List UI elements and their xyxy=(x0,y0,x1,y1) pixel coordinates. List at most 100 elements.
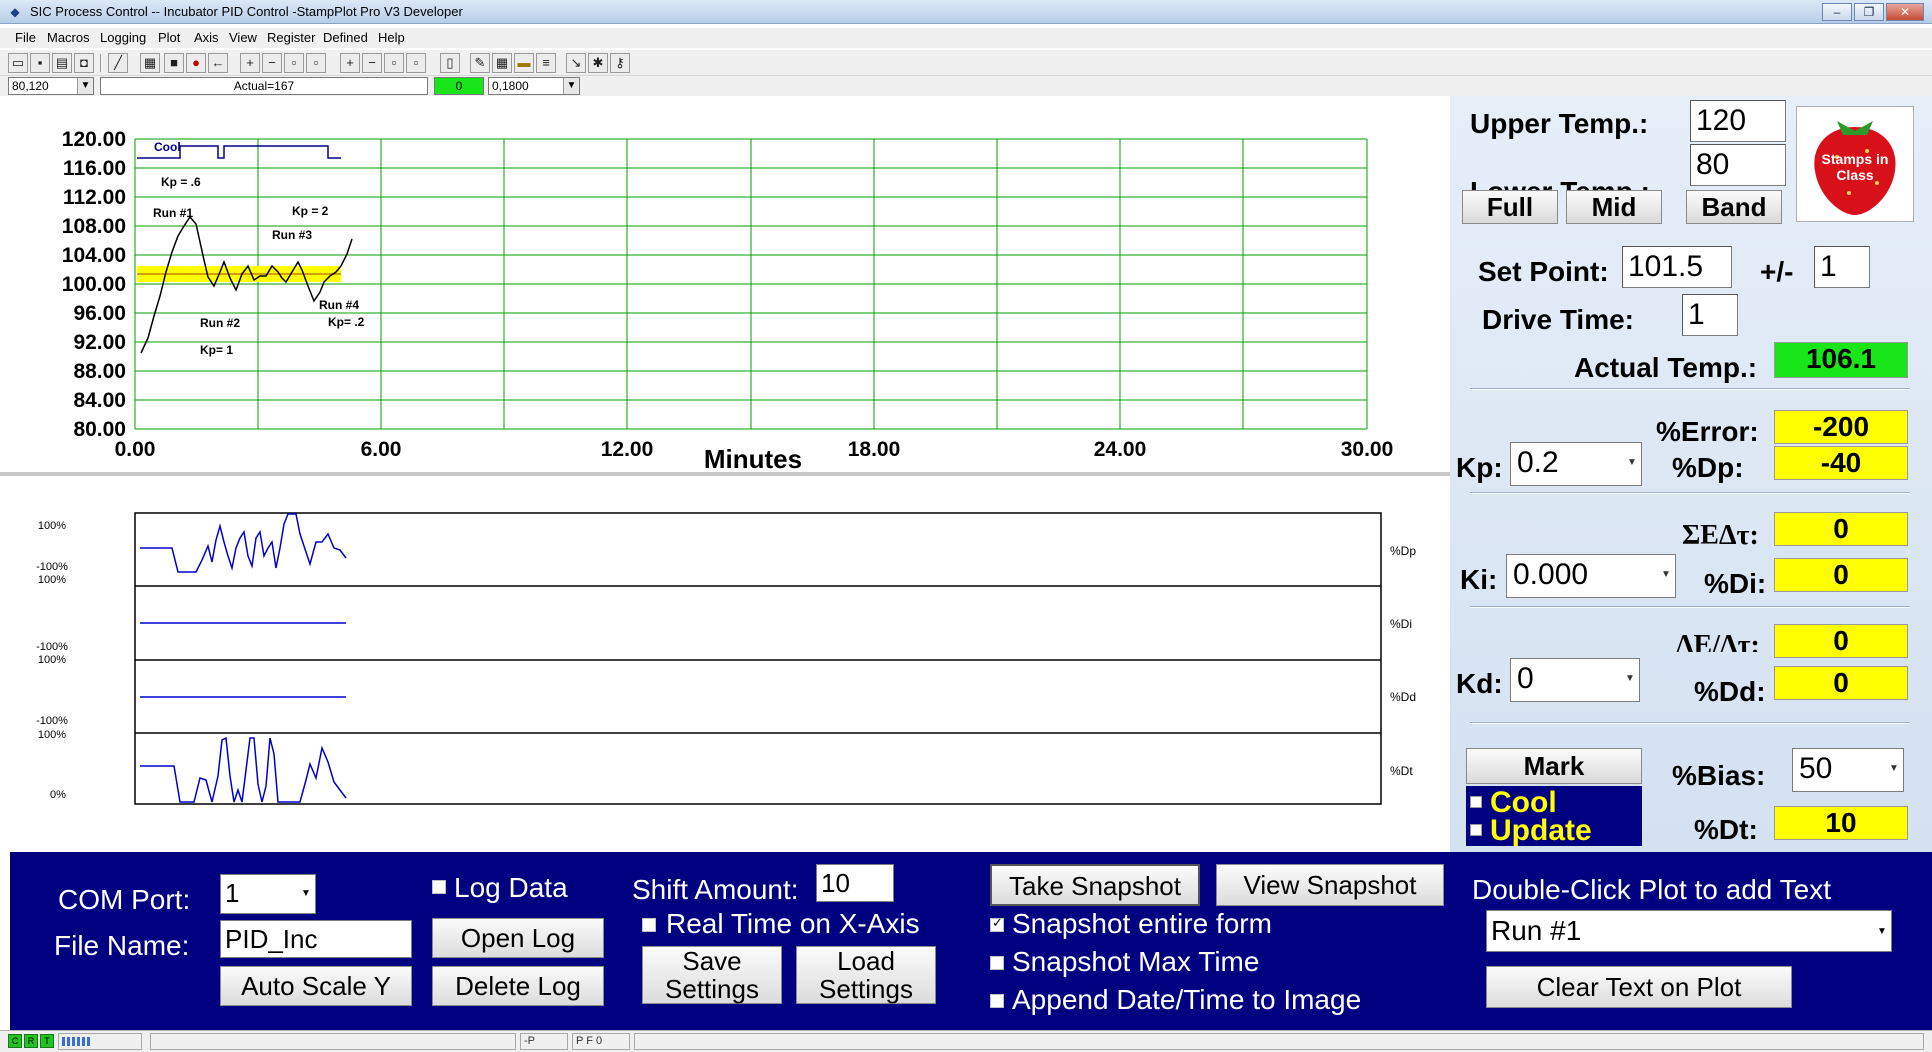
close-icon[interactable]: ✕ xyxy=(1886,3,1924,21)
delete-log-button[interactable]: Delete Log xyxy=(432,966,604,1006)
log-data-checkbox[interactable] xyxy=(432,880,446,894)
note-icon[interactable]: ▬ xyxy=(514,53,534,73)
dp-value: -40 xyxy=(1774,446,1908,480)
band-button[interactable]: Band xyxy=(1686,190,1782,224)
chevron-down-icon[interactable]: ▼ xyxy=(1875,913,1889,951)
load-settings-button[interactable]: Load Settings xyxy=(796,946,936,1004)
menu-register[interactable]: Register xyxy=(267,30,315,45)
subplot-scale-label: 100% xyxy=(38,574,66,586)
ki-combo[interactable]: 0.000 ▼ xyxy=(1506,554,1676,598)
real-time-checkbox[interactable] xyxy=(642,918,656,932)
save-icon[interactable]: ▪ xyxy=(30,53,50,73)
box-icon[interactable]: ▫ xyxy=(284,53,304,73)
toolbar: ▭ ▪ ▤ ◘ ╱ ▦ ■ ● ← + − ▫ ▫ + − ▫ ▫ ▯ ✎ ▦ … xyxy=(0,50,1932,76)
box-icon[interactable]: ▫ xyxy=(384,53,404,73)
derivative-subplots[interactable]: 100% -100% 100% -100% 100% -100% 100% 0%… xyxy=(10,476,1446,852)
menu-help[interactable]: Help xyxy=(378,30,405,45)
chevron-down-icon[interactable]: ▼ xyxy=(1659,557,1673,593)
y-tick-label: 104.00 xyxy=(62,244,126,267)
panel-divider xyxy=(1470,388,1910,390)
logo-text: Stamps in Class xyxy=(1821,151,1889,183)
open-log-button[interactable]: Open Log xyxy=(432,918,604,958)
settings-icon[interactable]: ✱ xyxy=(588,53,608,73)
cool-update-box: Cool Update xyxy=(1466,786,1642,847)
plus-minus-input[interactable]: 1 xyxy=(1814,246,1870,288)
grid-icon[interactable]: ▦ xyxy=(492,53,512,73)
kd-combo[interactable]: 0 ▼ xyxy=(1510,658,1640,702)
bias-combo[interactable]: 50 ▼ xyxy=(1792,748,1904,792)
menu-defined[interactable]: Defined xyxy=(323,30,368,45)
take-snapshot-button[interactable]: Take Snapshot xyxy=(990,864,1200,906)
wand-icon[interactable]: ╱ xyxy=(108,53,128,73)
actual-temp-trace xyxy=(140,215,353,354)
file-name-input[interactable]: PID_Inc xyxy=(220,920,412,958)
tool-icon[interactable]: ↘ xyxy=(566,53,586,73)
menu-view[interactable]: View xyxy=(229,30,257,45)
append-date-label: Append Date/Time to Image xyxy=(1012,984,1362,1015)
list-icon[interactable]: ≡ xyxy=(536,53,556,73)
main-plot-svg[interactable]: 120.00 116.00 112.00 108.00 104.00 100.0… xyxy=(10,96,1446,474)
rate-combo[interactable]: 0,1800 ▼ xyxy=(488,77,580,95)
box-icon[interactable]: ▫ xyxy=(406,53,426,73)
menu-axis[interactable]: Axis xyxy=(194,30,219,45)
full-button[interactable]: Full xyxy=(1462,190,1558,224)
bitmap-icon[interactable]: ▦ xyxy=(140,53,160,73)
minimize-icon[interactable]: – xyxy=(1822,3,1852,21)
kp-combo[interactable]: 0.2 ▼ xyxy=(1510,442,1642,486)
zoom-in-icon[interactable]: + xyxy=(240,53,260,73)
open-icon[interactable]: ▭ xyxy=(8,53,28,73)
cool-checkbox[interactable] xyxy=(1470,796,1482,808)
chevron-down-icon[interactable]: ▼ xyxy=(77,78,93,94)
append-date-checkbox[interactable] xyxy=(990,994,1004,1008)
chevron-down-icon[interactable]: ▼ xyxy=(1625,445,1639,481)
save-settings-button[interactable]: Save Settings xyxy=(642,946,782,1004)
kd-label: Kd: xyxy=(1456,668,1503,699)
record-icon[interactable]: ● xyxy=(186,53,206,73)
zoom-out-icon[interactable]: − xyxy=(262,53,282,73)
snapshot-form-checkbox[interactable] xyxy=(990,915,1004,932)
print-icon[interactable]: ▤ xyxy=(52,53,72,73)
clear-text-button[interactable]: Clear Text on Plot xyxy=(1486,966,1792,1008)
x-zoom-in-icon[interactable]: + xyxy=(340,53,360,73)
key-icon[interactable]: ⚷ xyxy=(610,53,630,73)
update-checkbox[interactable] xyxy=(1470,824,1482,836)
lower-temp-input[interactable]: 80 xyxy=(1690,144,1786,186)
plot-annotation: Kp = .6 xyxy=(161,175,201,189)
plot-text-combo[interactable]: Run #1 ▼ xyxy=(1486,910,1892,952)
set-point-input[interactable]: 101.5 xyxy=(1622,246,1732,288)
shift-amount-input[interactable]: 10 xyxy=(816,864,894,902)
menu-macros[interactable]: Macros xyxy=(47,30,90,45)
chevron-down-icon[interactable]: ▼ xyxy=(299,877,313,911)
back-arrow-icon[interactable]: ← xyxy=(208,53,228,73)
camera-icon[interactable]: ◘ xyxy=(74,53,94,73)
menu-plot[interactable]: Plot xyxy=(158,30,180,45)
stop-icon[interactable]: ■ xyxy=(164,53,184,73)
mark-button[interactable]: Mark xyxy=(1466,748,1642,784)
upper-temp-input[interactable]: 120 xyxy=(1690,100,1786,142)
y-tick-label: 84.00 xyxy=(73,389,126,412)
chevron-down-icon[interactable]: ▼ xyxy=(1887,751,1901,787)
status-empty-panel xyxy=(634,1033,1924,1050)
menu-file[interactable]: File xyxy=(15,30,36,45)
subplot-scale-label: 100% xyxy=(38,729,66,741)
view-snapshot-button[interactable]: View Snapshot xyxy=(1216,864,1444,906)
menu-logging[interactable]: Logging xyxy=(100,30,146,45)
snapshot-max-checkbox[interactable] xyxy=(990,956,1004,970)
document-icon[interactable]: ▯ xyxy=(440,53,460,73)
mid-button[interactable]: Mid xyxy=(1566,190,1662,224)
pen-icon[interactable]: ✎ xyxy=(470,53,490,73)
error-label: %Error: xyxy=(1656,416,1759,447)
com-port-combo[interactable]: 1 ▼ xyxy=(220,874,316,914)
chevron-down-icon[interactable]: ▼ xyxy=(563,78,579,94)
auto-scale-y-button[interactable]: Auto Scale Y xyxy=(220,966,412,1006)
xy-combo[interactable]: 80,120 ▼ xyxy=(8,77,94,95)
x-zoom-out-icon[interactable]: − xyxy=(362,53,382,73)
drive-time-input[interactable]: 1 xyxy=(1682,294,1738,336)
subplots-svg[interactable]: 100% -100% 100% -100% 100% -100% 100% 0%… xyxy=(10,476,1446,852)
subplot-label: %Dd xyxy=(1390,690,1416,704)
restore-icon[interactable]: ❐ xyxy=(1854,3,1884,21)
shift-amount-label: Shift Amount: xyxy=(632,874,799,905)
box-icon[interactable]: ▫ xyxy=(306,53,326,73)
chevron-down-icon[interactable]: ▼ xyxy=(1623,661,1637,697)
main-plot[interactable]: 120.00 116.00 112.00 108.00 104.00 100.0… xyxy=(10,96,1446,474)
